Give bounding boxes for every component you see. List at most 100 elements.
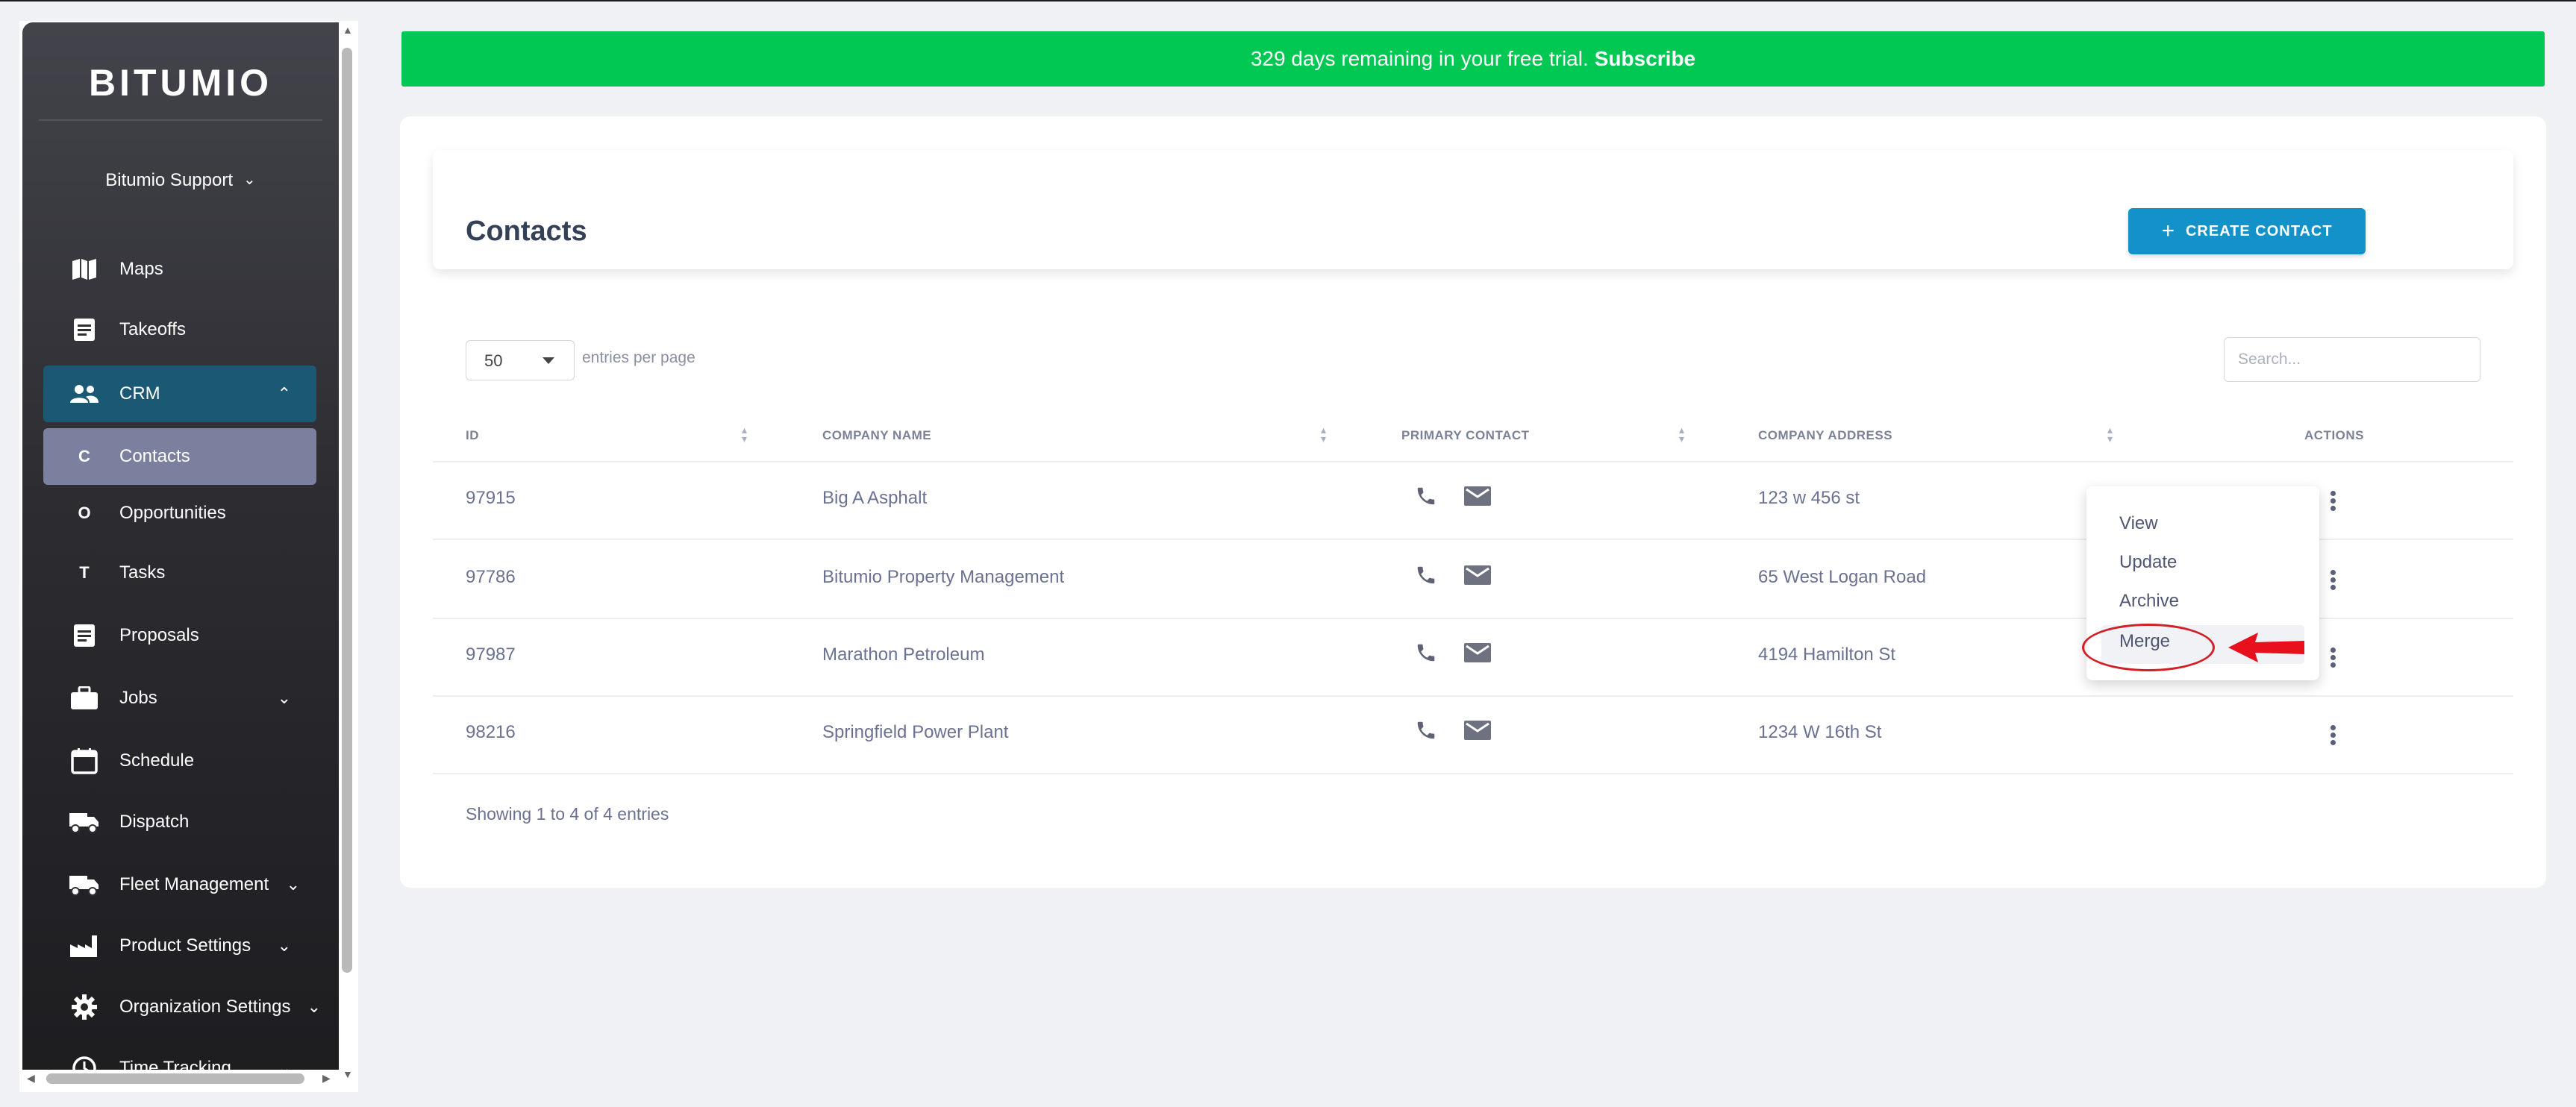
- table-info: Showing 1 to 4 of 4 entries: [466, 804, 669, 824]
- sidebar-item-opportunities[interactable]: O Opportunities: [43, 485, 316, 542]
- sidebar-item-tasks[interactable]: T Tasks: [43, 545, 316, 601]
- sort-icon[interactable]: ▴ ▾: [2107, 424, 2113, 444]
- sidebar-item-label: CRM: [119, 383, 160, 404]
- sidebar-item-label: Contacts: [119, 446, 190, 466]
- entries-per-page-select[interactable]: 50: [466, 340, 575, 380]
- sidebar-item-contacts[interactable]: C Contacts: [43, 428, 316, 485]
- phone-icon[interactable]: [1415, 719, 1437, 741]
- plus-icon: +: [2161, 219, 2175, 243]
- page-header: Contacts + CREATE CONTACT: [433, 150, 2513, 269]
- sort-icon[interactable]: ▴ ▾: [1679, 424, 1684, 444]
- sidebar-item-crm[interactable]: CRM ⌃: [43, 366, 316, 422]
- sidebar-item-fleet-management[interactable]: Fleet Management ⌄: [43, 856, 316, 913]
- sort-icon[interactable]: ▴ ▾: [742, 424, 747, 444]
- truck-icon: [69, 869, 100, 900]
- map-icon: [69, 254, 100, 285]
- sidebar-item-label: Maps: [119, 259, 163, 279]
- actions-menu-icon[interactable]: [2330, 725, 2336, 747]
- scrollbar-thumb[interactable]: [342, 48, 352, 973]
- chevron-down-icon: ⌄: [243, 172, 256, 188]
- chevron-down-icon: ⌄: [277, 936, 291, 955]
- column-header-actions: ACTIONS: [2304, 428, 2364, 442]
- document-icon: [69, 314, 100, 345]
- sidebar-vertical-scrollbar[interactable]: ▲ ▼: [339, 22, 355, 1085]
- actions-menu-icon[interactable]: [2330, 570, 2336, 592]
- table-divider: [433, 773, 2513, 774]
- trial-banner-text: 329 days remaining in your free trial.: [1250, 47, 1589, 70]
- table-divider: [433, 695, 2513, 697]
- sidebar-item-jobs[interactable]: Jobs ⌄: [43, 670, 316, 727]
- trial-banner: 329 days remaining in your free trial. S…: [401, 31, 2545, 87]
- page-title: Contacts: [466, 216, 587, 247]
- annotation-arrow-icon: [2228, 633, 2304, 662]
- chevron-down-icon: ⌄: [307, 997, 321, 1016]
- briefcase-icon: [69, 683, 100, 714]
- actions-menu-icon[interactable]: [2330, 491, 2336, 513]
- sidebar-item-label: Jobs: [119, 688, 157, 708]
- nav-letter: O: [78, 504, 91, 522]
- scroll-left-arrow-icon[interactable]: ◀: [27, 1072, 35, 1085]
- chevron-down-icon: ⌄: [277, 689, 291, 707]
- menu-item-view[interactable]: View: [2119, 513, 2158, 534]
- create-contact-button[interactable]: + CREATE CONTACT: [2128, 208, 2366, 254]
- nav-letter: T: [79, 563, 90, 582]
- column-header-company-address[interactable]: COMPANY ADDRESS: [1758, 428, 1892, 443]
- row-address: 4194 Hamilton St: [1758, 645, 1896, 665]
- sidebar-item-label: Product Settings: [119, 935, 251, 956]
- mail-icon[interactable]: [1464, 643, 1491, 662]
- row-id: 98216: [466, 722, 516, 742]
- entries-value: 50: [484, 351, 503, 370]
- row-id: 97786: [466, 567, 516, 587]
- subscribe-link[interactable]: Subscribe: [1595, 47, 1695, 71]
- sidebar-item-label: Tasks: [119, 562, 166, 583]
- sidebar-item-product-settings[interactable]: Product Settings ⌄: [43, 918, 316, 974]
- column-header-id[interactable]: ID: [466, 428, 479, 443]
- sort-icon[interactable]: ▴ ▾: [1321, 424, 1326, 444]
- document-icon: [69, 620, 100, 651]
- caret-down-icon: [543, 357, 554, 364]
- scroll-up-arrow-icon[interactable]: ▲: [343, 24, 353, 36]
- window-top-border: [0, 0, 2576, 1]
- column-header-primary-contact[interactable]: PRIMARY CONTACT: [1401, 428, 1530, 443]
- app-logo[interactable]: BITUMIO: [22, 61, 339, 104]
- mail-icon[interactable]: [1464, 721, 1491, 740]
- menu-item-update[interactable]: Update: [2119, 552, 2177, 573]
- sidebar-item-maps[interactable]: Maps: [43, 241, 316, 298]
- row-company-name[interactable]: Bitumio Property Management: [822, 567, 1064, 588]
- truck-icon: [69, 806, 100, 838]
- search-input[interactable]: [2224, 337, 2480, 382]
- scroll-down-arrow-icon[interactable]: ▼: [343, 1068, 353, 1080]
- org-switcher[interactable]: Bitumio Support ⌄: [22, 170, 339, 191]
- scroll-right-arrow-icon[interactable]: ▶: [322, 1072, 331, 1085]
- phone-icon[interactable]: [1415, 485, 1437, 507]
- sidebar-item-proposals[interactable]: Proposals: [43, 607, 316, 664]
- row-address: 65 West Logan Road: [1758, 567, 1927, 587]
- factory-icon: [69, 930, 100, 962]
- mail-icon[interactable]: [1464, 565, 1491, 585]
- menu-item-archive[interactable]: Archive: [2119, 591, 2179, 612]
- sidebar-item-label: Dispatch: [119, 812, 190, 832]
- column-header-company-name[interactable]: COMPANY NAME: [822, 428, 931, 443]
- sidebar-item-label: Fleet Management: [119, 874, 269, 894]
- calendar-icon: [69, 745, 100, 777]
- row-id: 97915: [466, 488, 516, 508]
- sidebar-item-dispatch[interactable]: Dispatch: [43, 794, 316, 850]
- entries-per-page-label: entries per page: [582, 349, 695, 366]
- sidebar-item-schedule[interactable]: Schedule: [43, 733, 316, 789]
- phone-icon[interactable]: [1415, 642, 1437, 664]
- sidebar-item-label: Schedule: [119, 750, 195, 771]
- sidebar-item-organization-settings[interactable]: Organization Settings ⌄: [43, 979, 321, 1035]
- phone-icon[interactable]: [1415, 564, 1437, 586]
- sidebar-item-label: Organization Settings: [119, 997, 291, 1017]
- actions-menu-icon[interactable]: [2330, 647, 2336, 670]
- sidebar-item-label: Opportunities: [119, 503, 226, 523]
- row-company-name[interactable]: Springfield Power Plant: [822, 722, 1008, 743]
- sidebar-horizontal-scrollbar[interactable]: ◀ ▶: [22, 1070, 339, 1088]
- create-contact-label: CREATE CONTACT: [2185, 222, 2333, 239]
- scrollbar-thumb[interactable]: [46, 1073, 304, 1084]
- row-company-name[interactable]: Big A Asphalt: [822, 488, 927, 509]
- sidebar-item-takeoffs[interactable]: Takeoffs: [43, 301, 316, 358]
- row-company-name[interactable]: Marathon Petroleum: [822, 645, 984, 665]
- people-icon: [69, 378, 100, 410]
- mail-icon[interactable]: [1464, 486, 1491, 506]
